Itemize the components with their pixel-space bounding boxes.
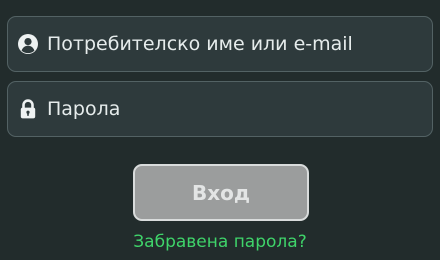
lock-icon bbox=[17, 98, 39, 120]
username-field[interactable] bbox=[7, 16, 433, 72]
username-input[interactable] bbox=[47, 17, 432, 71]
password-input[interactable] bbox=[47, 82, 432, 136]
forgot-password-link[interactable]: Забравена парола? bbox=[0, 232, 440, 252]
login-button[interactable]: Вход bbox=[133, 164, 309, 221]
user-icon bbox=[17, 33, 39, 55]
password-field[interactable] bbox=[7, 81, 433, 137]
